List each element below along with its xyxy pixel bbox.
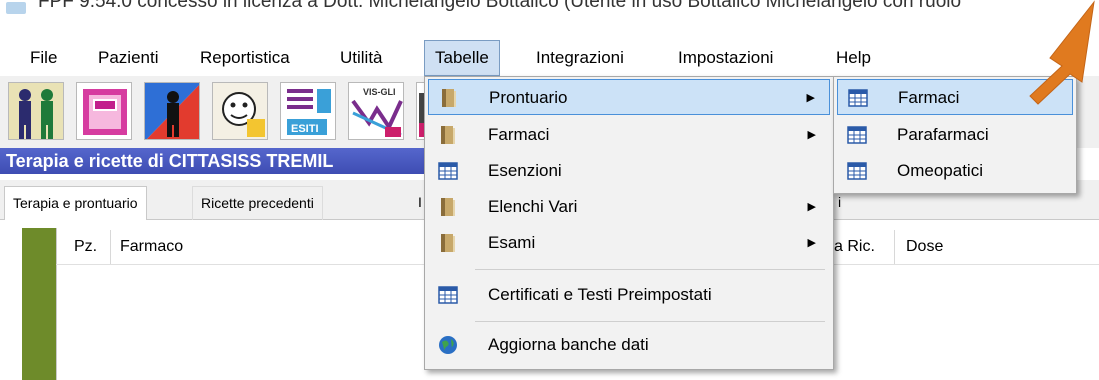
book-icon	[438, 125, 458, 145]
table-icon	[438, 161, 458, 181]
table-icon	[438, 285, 458, 305]
table-icon	[847, 125, 867, 145]
column-divider	[110, 230, 111, 264]
menu-item-aggiorna[interactable]: Aggiorna banche dati	[428, 327, 830, 363]
tab-ricette-precedenti[interactable]: Ricette precedenti	[192, 186, 323, 220]
title-bar: FPF 9.54.0 concesso in licenza a Dott. M…	[0, 0, 1099, 40]
book-icon	[439, 88, 459, 108]
side-bar	[22, 228, 56, 380]
menu-item-certificati[interactable]: Certificati e Testi Preimpostati	[428, 277, 830, 313]
tabelle-dropdown: Prontuario ▶ Farmaci ▶ Esenzioni Elenchi…	[424, 76, 834, 370]
app-icon	[6, 2, 26, 14]
column-farmaco[interactable]: Farmaco	[120, 230, 183, 264]
menu-file[interactable]: File	[20, 40, 67, 76]
submenu-item-omeopatici[interactable]: Omeopatici	[837, 153, 1073, 189]
submenu-arrow-icon: ▶	[807, 201, 816, 213]
column-dose[interactable]: Dose	[906, 230, 943, 264]
tab-fragment-left: I	[418, 194, 422, 210]
table-icon	[848, 88, 868, 108]
menu-pazienti[interactable]: Pazienti	[88, 40, 168, 76]
menu-reportistica[interactable]: Reportistica	[190, 40, 300, 76]
submenu-arrow-icon: ▶	[807, 237, 816, 249]
esiti-icon[interactable]: ESITI	[280, 82, 336, 140]
pink-grid-icon[interactable]	[76, 82, 132, 140]
person-red-icon[interactable]	[144, 82, 200, 140]
submenu-arrow-icon: ▶	[806, 92, 815, 104]
menu-integrazioni[interactable]: Integrazioni	[526, 40, 634, 76]
column-divider	[894, 230, 895, 264]
pointer-arrow-icon	[1029, 0, 1095, 105]
menu-item-farmaci[interactable]: Farmaci ▶	[428, 117, 830, 153]
menu-impostazioni[interactable]: Impostazioni	[668, 40, 783, 76]
column-ricetta[interactable]: a Ric.	[834, 230, 875, 264]
book-icon	[438, 197, 458, 217]
patient-header: Terapia e ricette di CITTASISS TREMIL	[0, 148, 440, 174]
svg-text:VIS-GLI: VIS-GLI	[363, 87, 396, 97]
menu-bar: File Pazienti Reportistica Utilità Tabel…	[0, 40, 1099, 76]
menu-separator	[475, 269, 825, 270]
menu-item-esenzioni[interactable]: Esenzioni	[428, 153, 830, 189]
globe-icon	[438, 335, 458, 355]
tab-terapia-prontuario[interactable]: Terapia e prontuario	[4, 186, 147, 220]
book-icon	[438, 233, 458, 253]
menu-item-prontuario[interactable]: Prontuario ▶	[428, 79, 830, 115]
menu-item-elenchi-vari[interactable]: Elenchi Vari ▶	[428, 189, 830, 225]
menu-utilita[interactable]: Utilità	[330, 40, 393, 76]
menu-tabelle[interactable]: Tabelle	[424, 40, 500, 76]
submenu-item-parafarmaci[interactable]: Parafarmaci	[837, 117, 1073, 153]
column-pz[interactable]: Pz.	[74, 230, 97, 264]
submenu-arrow-icon: ▶	[807, 129, 816, 141]
menu-separator	[475, 321, 825, 322]
menu-item-esami[interactable]: Esami ▶	[428, 225, 830, 261]
window-title: FPF 9.54.0 concesso in licenza a Dott. M…	[38, 0, 962, 12]
vis-icon[interactable]: VIS-GLI	[348, 82, 404, 140]
people-icon[interactable]	[8, 82, 64, 140]
face-icon[interactable]	[212, 82, 268, 140]
table-icon	[847, 161, 867, 181]
svg-text:ESITI: ESITI	[291, 123, 319, 135]
menu-help[interactable]: Help	[826, 40, 881, 76]
